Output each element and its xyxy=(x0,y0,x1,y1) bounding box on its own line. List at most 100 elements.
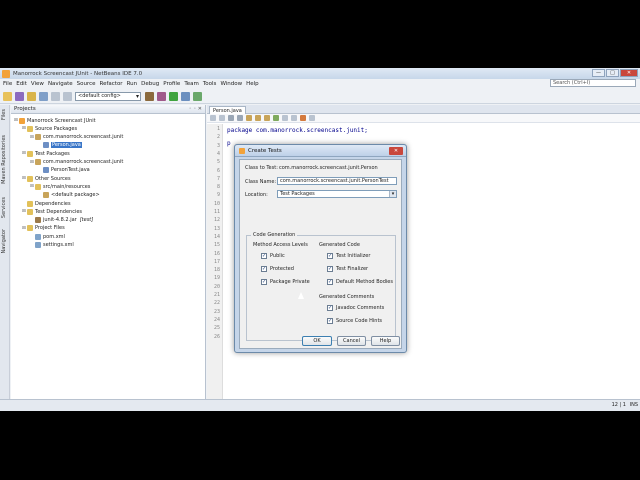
javadoc-comments-checkbox[interactable]: ✓ Javadoc Comments xyxy=(327,305,384,311)
collapse-icon[interactable]: ⊟ xyxy=(30,160,34,165)
source-code-hints-checkbox[interactable]: ✓ Source Code Hints xyxy=(327,318,382,324)
navigator-tab[interactable]: Navigator xyxy=(1,229,7,253)
minimize-button[interactable]: — xyxy=(592,69,605,77)
tree-item[interactable]: ⊟ Source Packages xyxy=(22,125,77,132)
line-number: 19 xyxy=(213,275,220,282)
tree-item[interactable]: Person.java xyxy=(38,142,82,149)
find-previous-icon[interactable] xyxy=(255,115,261,121)
comment-icon[interactable] xyxy=(309,115,315,121)
code-generation-title: Code Generation xyxy=(251,232,298,238)
find-next-icon[interactable] xyxy=(264,115,270,121)
tree-item[interactable]: Dependencies xyxy=(22,200,71,207)
tree-item[interactable]: ⊟ src/main/resources xyxy=(30,183,90,190)
menu-team[interactable]: Team xyxy=(184,81,199,87)
menu-file[interactable]: File xyxy=(3,81,12,87)
menu-window[interactable]: Window xyxy=(220,81,242,87)
collapse-icon[interactable]: ⊟ xyxy=(30,135,34,140)
tree-item[interactable]: ⊟ com.manorrock.screencast.junit xyxy=(30,134,123,141)
line-number: 8 xyxy=(216,184,220,191)
collapse-icon[interactable]: ⊟ xyxy=(22,209,26,214)
tree-item[interactable]: ⊟ com.manorrock.screencast.junit xyxy=(30,159,123,166)
tab-label: Person.java xyxy=(213,107,242,114)
tree-item[interactable]: ⊟ Other Sources xyxy=(22,175,71,182)
run-icon[interactable] xyxy=(169,91,178,101)
maven-repositories-tab[interactable]: Maven Repositories xyxy=(1,135,7,184)
back-icon[interactable] xyxy=(228,115,234,121)
find-icon[interactable] xyxy=(246,115,252,121)
chevron-down-icon: ▾ xyxy=(389,191,396,197)
dialog-close-button[interactable]: ✕ xyxy=(389,147,403,155)
test-finalizer-checkbox[interactable]: ✓ Test Finalizer xyxy=(327,266,368,272)
save-all-icon[interactable] xyxy=(39,91,48,101)
shift-right-icon[interactable] xyxy=(291,115,297,121)
package-private-checkbox[interactable]: ✓ Package Private xyxy=(261,279,310,285)
cancel-button[interactable]: Cancel xyxy=(337,336,366,346)
menu-source[interactable]: Source xyxy=(77,81,96,87)
debug-icon[interactable] xyxy=(181,91,190,101)
open-project-icon[interactable] xyxy=(27,91,36,101)
new-file-icon[interactable] xyxy=(3,91,12,101)
tree-item-label: settings.xml xyxy=(43,242,74,248)
maximize-button[interactable]: □ xyxy=(606,69,619,77)
menu-navigate[interactable]: Navigate xyxy=(48,81,73,87)
protected-checkbox[interactable]: ✓ Protected xyxy=(261,266,294,272)
history-icon[interactable] xyxy=(219,115,225,121)
menu-view[interactable]: View xyxy=(31,81,44,87)
new-project-icon[interactable] xyxy=(15,91,24,101)
config-select[interactable]: <default config> xyxy=(75,91,141,101)
line-number: 6 xyxy=(216,167,220,174)
test-initializer-checkbox[interactable]: ✓ Test Initializer xyxy=(327,253,370,259)
help-button[interactable]: Help xyxy=(371,336,400,346)
tree-item[interactable]: pom.xml xyxy=(30,233,65,240)
checkbox-checked-icon: ✓ xyxy=(261,253,267,259)
macro-icon[interactable] xyxy=(300,115,306,121)
menu-tools[interactable]: Tools xyxy=(203,81,217,87)
build-icon[interactable] xyxy=(145,91,154,101)
collapse-icon[interactable]: ⊟ xyxy=(22,226,26,231)
collapse-icon[interactable]: ⊟ xyxy=(22,176,26,181)
title-bar: Manorrock Screencast JUnit - NetBeans ID… xyxy=(0,68,640,79)
tree-item[interactable]: ⊟ Project Files xyxy=(22,225,65,232)
menu-refactor[interactable]: Refactor xyxy=(100,81,123,87)
files-tab[interactable]: Files xyxy=(1,109,7,120)
redo-icon[interactable] xyxy=(63,91,72,101)
forward-icon[interactable] xyxy=(237,115,243,121)
ok-button[interactable]: OK xyxy=(302,336,332,346)
tree-item[interactable]: PersonTest.java xyxy=(38,167,90,174)
folder-icon xyxy=(27,208,33,215)
close-button[interactable]: ✕ xyxy=(620,69,638,77)
default-method-bodies-checkbox[interactable]: ✓ Default Method Bodies xyxy=(327,279,393,285)
class-name-input[interactable]: com.manorrock.screencast.junit.PersonTes… xyxy=(277,177,397,185)
services-tab[interactable]: Services xyxy=(1,197,7,218)
tree-item[interactable]: ⊟ Test Dependencies xyxy=(22,208,82,215)
tab-person-java[interactable]: Person.java xyxy=(209,106,246,114)
collapse-icon[interactable]: ⊟ xyxy=(14,118,18,123)
toggle-highlight-icon[interactable] xyxy=(273,115,279,121)
location-select[interactable]: Test Packages ▾ xyxy=(277,190,397,198)
menu-profile[interactable]: Profile xyxy=(163,81,180,87)
undo-icon[interactable] xyxy=(51,91,60,101)
collapse-icon[interactable]: ⊟ xyxy=(22,126,26,131)
line-number: 18 xyxy=(213,267,220,274)
clean-build-icon[interactable] xyxy=(157,91,166,101)
menu-run[interactable]: Run xyxy=(127,81,138,87)
collapse-icon[interactable]: ⊟ xyxy=(30,184,34,189)
tree-item[interactable]: ⊟ Test Packages xyxy=(22,150,70,157)
tree-item[interactable]: junit-4.8.2.jar [test] xyxy=(30,217,93,224)
profile-icon[interactable] xyxy=(193,91,202,101)
tree-item[interactable]: <default package> xyxy=(38,192,100,199)
panel-controls[interactable]: ◦ ◦ ✕ xyxy=(189,106,202,112)
tree-item[interactable]: ⊟ Manorrock Screencast JUnit xyxy=(14,117,96,124)
shift-left-icon[interactable] xyxy=(282,115,288,121)
menu-help[interactable]: Help xyxy=(246,81,259,87)
dialog-icon xyxy=(239,147,245,154)
public-checkbox[interactable]: ✓ Public xyxy=(261,253,285,259)
collapse-icon[interactable]: ⊟ xyxy=(22,151,26,156)
menu-edit[interactable]: Edit xyxy=(16,81,27,87)
line-number: 12 xyxy=(213,217,220,224)
source-view-icon[interactable] xyxy=(210,115,216,121)
line-number: 5 xyxy=(216,159,220,166)
search-input[interactable]: Search (Ctrl+I) xyxy=(550,79,636,87)
tree-item[interactable]: settings.xml xyxy=(30,242,74,249)
menu-debug[interactable]: Debug xyxy=(141,81,159,87)
